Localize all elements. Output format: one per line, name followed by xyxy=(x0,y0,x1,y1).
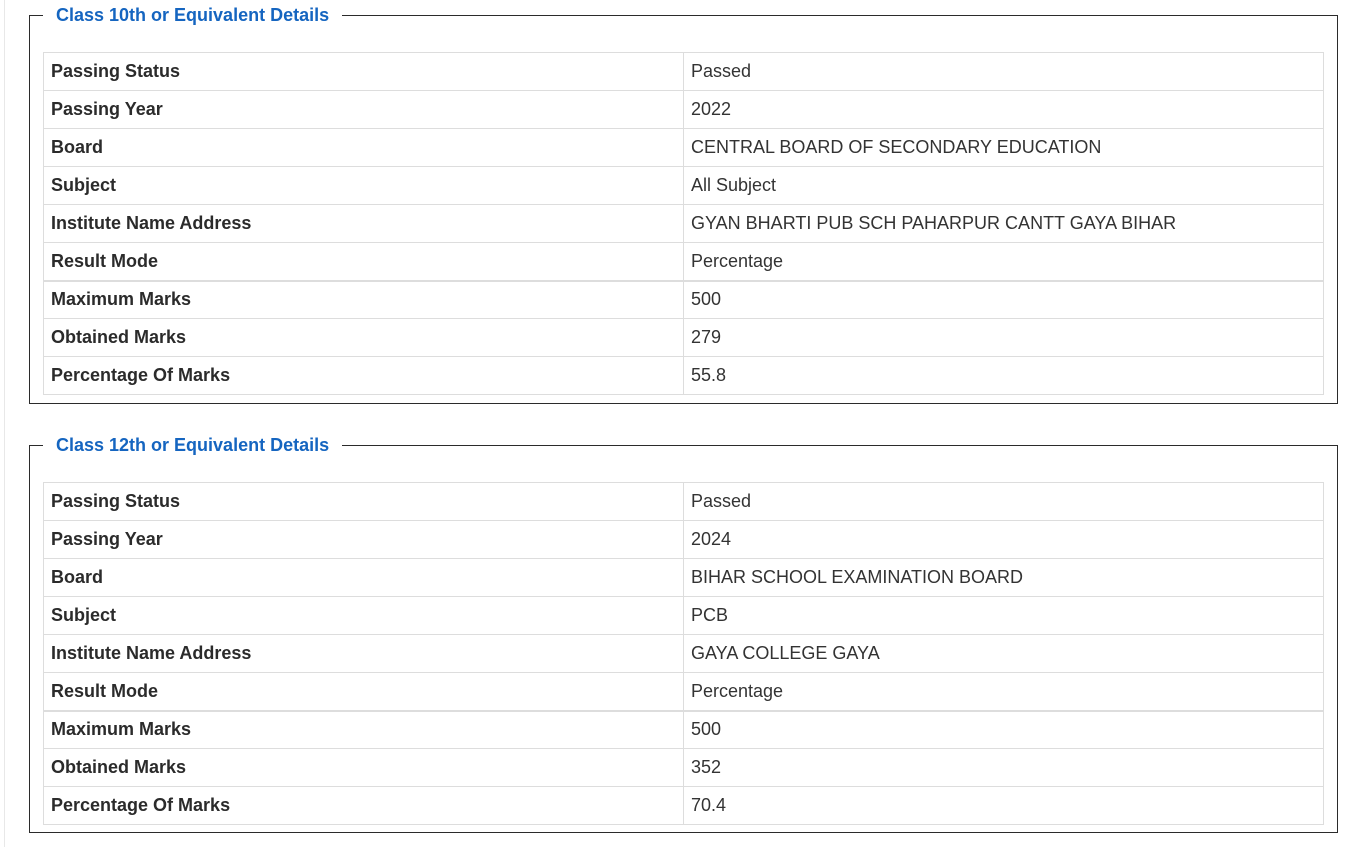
table-row: Percentage Of Marks 55.8 xyxy=(43,356,1324,395)
table-row: Subject All Subject xyxy=(43,166,1324,205)
row-label-percentage: Percentage Of Marks xyxy=(43,356,684,395)
table-row: Result Mode Percentage xyxy=(43,242,1324,281)
row-value-institute: GYAN BHARTI PUB SCH PAHARPUR CANTT GAYA … xyxy=(683,204,1324,243)
row-value-maximum-marks: 500 xyxy=(683,279,1324,319)
row-label-passing-status: Passing Status xyxy=(43,482,684,521)
table-row: Passing Year 2024 xyxy=(43,520,1324,559)
row-label-obtained-marks: Obtained Marks xyxy=(43,318,684,357)
row-label-board: Board xyxy=(43,128,684,167)
table-row: Obtained Marks 352 xyxy=(43,748,1324,787)
table-row: Passing Year 2022 xyxy=(43,90,1324,129)
table-row: Passing Status Passed xyxy=(43,52,1324,91)
class10-section-title: Class 10th or Equivalent Details xyxy=(56,5,330,25)
table-row: Passing Status Passed xyxy=(43,482,1324,521)
row-label-passing-year: Passing Year xyxy=(43,520,684,559)
row-value-result-mode: Percentage xyxy=(683,672,1324,711)
row-label-passing-status: Passing Status xyxy=(43,52,684,91)
row-value-board: BIHAR SCHOOL EXAMINATION BOARD xyxy=(683,558,1324,597)
row-label-passing-year: Passing Year xyxy=(43,90,684,129)
row-label-board: Board xyxy=(43,558,684,597)
table-row: Obtained Marks 279 xyxy=(43,318,1324,357)
class10-details-table: Passing Status Passed Passing Year 2022 … xyxy=(43,52,1324,395)
row-label-subject: Subject xyxy=(43,596,684,635)
row-value-passing-status: Passed xyxy=(683,52,1324,91)
row-label-institute: Institute Name Address xyxy=(43,204,684,243)
page-left-divider xyxy=(4,0,5,847)
row-value-passing-year: 2022 xyxy=(683,90,1324,129)
row-value-subject: All Subject xyxy=(683,166,1324,205)
row-value-percentage: 55.8 xyxy=(683,356,1324,395)
row-value-passing-status: Passed xyxy=(683,482,1324,521)
row-value-percentage: 70.4 xyxy=(683,786,1324,825)
row-value-result-mode: Percentage xyxy=(683,242,1324,281)
table-row: Percentage Of Marks 70.4 xyxy=(43,786,1324,825)
table-row: Board BIHAR SCHOOL EXAMINATION BOARD xyxy=(43,558,1324,597)
row-value-board: CENTRAL BOARD OF SECONDARY EDUCATION xyxy=(683,128,1324,167)
row-label-result-mode: Result Mode xyxy=(43,672,684,711)
row-value-obtained-marks: 352 xyxy=(683,748,1324,787)
table-row: Subject PCB xyxy=(43,596,1324,635)
table-row: Maximum Marks 500 xyxy=(43,709,1324,749)
row-value-institute: GAYA COLLEGE GAYA xyxy=(683,634,1324,673)
row-value-maximum-marks: 500 xyxy=(683,709,1324,749)
row-label-maximum-marks: Maximum Marks xyxy=(43,279,684,319)
class10-details-section: Class 10th or Equivalent Details Passing… xyxy=(29,4,1338,404)
row-value-obtained-marks: 279 xyxy=(683,318,1324,357)
class12-section-title: Class 12th or Equivalent Details xyxy=(56,435,330,455)
row-label-subject: Subject xyxy=(43,166,684,205)
row-label-percentage: Percentage Of Marks xyxy=(43,786,684,825)
row-label-institute: Institute Name Address xyxy=(43,634,684,673)
class12-details-section: Class 12th or Equivalent Details Passing… xyxy=(29,434,1338,833)
row-label-result-mode: Result Mode xyxy=(43,242,684,281)
row-value-passing-year: 2024 xyxy=(683,520,1324,559)
table-row: Maximum Marks 500 xyxy=(43,279,1324,319)
row-value-subject: PCB xyxy=(683,596,1324,635)
table-row: Board CENTRAL BOARD OF SECONDARY EDUCATI… xyxy=(43,128,1324,167)
class12-details-table: Passing Status Passed Passing Year 2024 … xyxy=(43,482,1324,825)
table-row: Institute Name Address GAYA COLLEGE GAYA xyxy=(43,634,1324,673)
table-row: Institute Name Address GYAN BHARTI PUB S… xyxy=(43,204,1324,243)
row-label-obtained-marks: Obtained Marks xyxy=(43,748,684,787)
row-label-maximum-marks: Maximum Marks xyxy=(43,709,684,749)
table-row: Result Mode Percentage xyxy=(43,672,1324,711)
